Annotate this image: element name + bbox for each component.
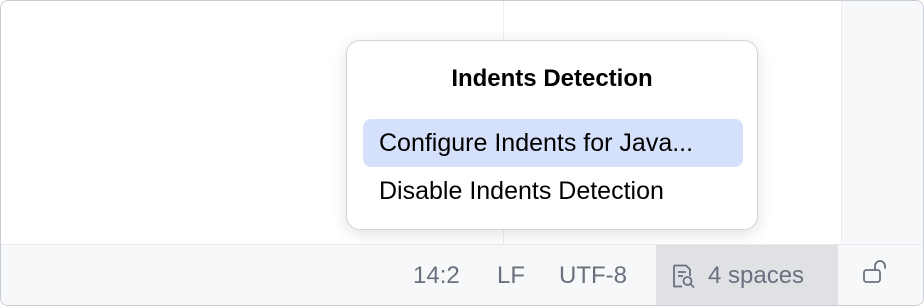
configure-indents-label: Configure Indents for Java... bbox=[379, 128, 694, 157]
disable-indents-detection-menu-item[interactable]: Disable Indents Detection bbox=[363, 167, 743, 215]
indents-detection-popup: Indents Detection Configure Indents for … bbox=[346, 40, 758, 230]
configure-indents-menu-item[interactable]: Configure Indents for Java... bbox=[363, 119, 743, 167]
line-separator-label: LF bbox=[497, 261, 526, 289]
encoding-label: UTF-8 bbox=[559, 261, 627, 289]
line-separator-widget[interactable]: LF bbox=[497, 245, 526, 305]
indent-widget[interactable]: 4 spaces bbox=[656, 245, 838, 305]
status-bar: 14:2 LF UTF-8 4 spaces bbox=[1, 244, 923, 305]
popup-title: Indents Detection bbox=[451, 65, 653, 92]
encoding-widget[interactable]: UTF-8 bbox=[559, 245, 627, 305]
caret-position-widget[interactable]: 14:2 bbox=[413, 245, 460, 305]
unlock-icon bbox=[861, 258, 889, 293]
document-search-icon bbox=[670, 263, 696, 289]
caret-position-label: 14:2 bbox=[413, 261, 460, 289]
indent-label: 4 spaces bbox=[708, 261, 805, 289]
disable-indents-detection-label: Disable Indents Detection bbox=[379, 176, 664, 205]
editor-scrollbar-gutter[interactable] bbox=[841, 1, 923, 244]
read-only-toggle[interactable] bbox=[858, 245, 892, 305]
